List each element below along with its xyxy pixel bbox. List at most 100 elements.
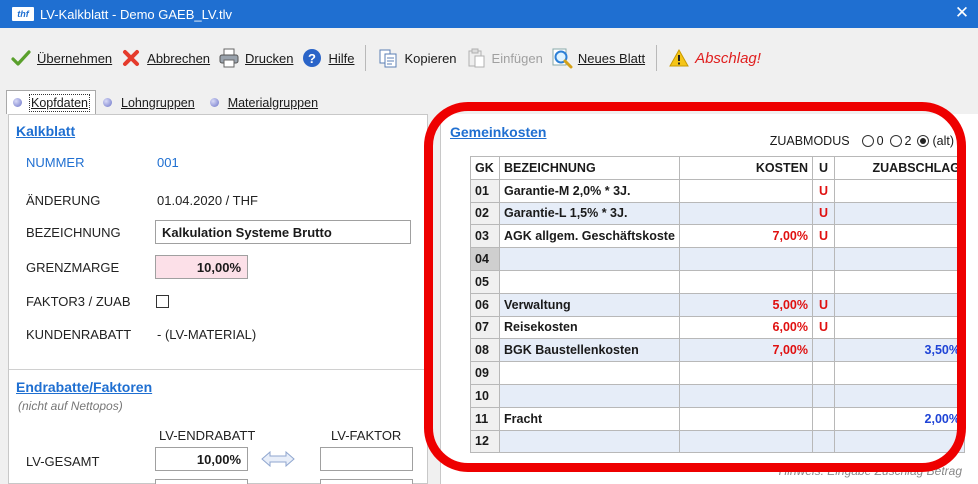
kopieren-button[interactable]: Kopieren <box>373 46 460 70</box>
table-row[interactable]: 07 Reisekosten 6,00% U <box>470 315 965 340</box>
zuabschlag-cell[interactable] <box>834 247 965 271</box>
einfuegen-button[interactable]: Einfügen <box>461 46 547 70</box>
zuabschlag-cell[interactable] <box>834 429 965 454</box>
bezeichnung-cell[interactable] <box>499 247 680 271</box>
kosten-cell[interactable] <box>679 361 813 385</box>
u-cell[interactable] <box>812 429 835 454</box>
gk-cell: 06 <box>470 292 500 317</box>
zuabmodus-option-alt[interactable]: (alt) <box>917 134 954 148</box>
table-row[interactable]: 12 <box>470 429 965 454</box>
kosten-cell[interactable]: 6,00% <box>679 315 813 340</box>
uebernehmen-button[interactable]: Übernehmen <box>6 46 116 70</box>
radio-selected-icon <box>917 135 930 147</box>
u-cell[interactable]: U <box>812 178 835 203</box>
bezeichnung-cell[interactable]: Garantie-M 2,0% * 3J. <box>499 178 680 203</box>
lv-faktor-input[interactable] <box>320 447 413 471</box>
tab-materialgruppen[interactable]: Materialgruppen <box>203 91 326 113</box>
bezeichnung-input[interactable]: Kalkulation Systeme Brutto <box>155 220 411 244</box>
kosten-cell[interactable] <box>679 269 813 294</box>
kosten-cell[interactable] <box>679 429 813 454</box>
bezeichnung-cell[interactable]: BGK Baustellenkosten <box>499 338 680 363</box>
tab-lohngruppen[interactable]: Lohngruppen <box>96 91 203 113</box>
table-row[interactable]: 09 <box>470 361 965 385</box>
grenzmarge-input[interactable]: 10,00% <box>155 255 248 279</box>
kosten-cell[interactable] <box>679 178 813 203</box>
zuabschlag-cell[interactable] <box>834 201 965 226</box>
hilfe-button[interactable]: ? Hilfe <box>297 46 358 70</box>
table-row[interactable]: 06 Verwaltung 5,00% U <box>470 292 965 317</box>
hilfe-label: Hilfe <box>328 50 355 66</box>
zuabschlag-cell[interactable] <box>834 224 965 249</box>
bezeichnung-cell[interactable] <box>499 429 680 454</box>
table-row[interactable]: 11 Fracht 2,00% <box>470 406 965 431</box>
u-cell[interactable]: U <box>812 201 835 226</box>
table-row[interactable]: 01 Garantie-M 2,0% * 3J. U <box>470 178 965 203</box>
table-row[interactable]: 08 BGK Baustellenkosten 7,00% 3,50% <box>470 338 965 363</box>
kosten-cell[interactable] <box>679 247 813 271</box>
bezeichnung-cell[interactable]: Verwaltung <box>499 292 680 317</box>
kosten-cell[interactable] <box>679 201 813 226</box>
bezeichnung-cell[interactable] <box>499 383 680 408</box>
table-header-row: GK BEZEICHNUNG KOSTEN U ZUABSCHLAG <box>470 156 965 180</box>
svg-text:?: ? <box>308 51 316 66</box>
tab-label: Lohngruppen <box>121 95 195 110</box>
zuabschlag-cell[interactable] <box>834 292 965 317</box>
u-cell[interactable] <box>812 338 835 363</box>
u-cell[interactable] <box>812 361 835 385</box>
u-cell[interactable] <box>812 269 835 294</box>
endrabatte-section-title: Endrabatte/Faktoren <box>16 379 153 395</box>
zuabschlag-cell[interactable] <box>834 178 965 203</box>
zuabschlag-cell[interactable] <box>834 383 965 408</box>
bezeichnung-cell[interactable]: Fracht <box>499 406 680 431</box>
lv-endrabatt-input[interactable]: 10,00% <box>155 447 248 471</box>
lv-gesamt-label: LV-GESAMT <box>26 454 100 469</box>
zuabschlag-cell[interactable]: 3,50% <box>834 338 965 363</box>
tab-bullet-icon <box>103 98 112 107</box>
zuabmodus-option-2[interactable]: 2 <box>889 134 911 148</box>
table-row[interactable]: 05 <box>470 269 965 294</box>
gemeinkosten-panel: Gemeinkosten ZUABMODUS 0 2 (alt) GK BEZE… <box>440 114 978 484</box>
kosten-cell[interactable]: 7,00% <box>679 224 813 249</box>
bezeichnung-cell[interactable] <box>499 269 680 294</box>
table-row[interactable]: 03 AGK allgem. Geschäftskoste 7,00% U <box>470 224 965 249</box>
u-cell[interactable] <box>812 383 835 408</box>
neues-blatt-button[interactable]: Neues Blatt <box>547 46 649 70</box>
kosten-cell[interactable]: 5,00% <box>679 292 813 317</box>
kosten-cell[interactable] <box>679 383 813 408</box>
lv-endrabatt-input-2[interactable] <box>155 479 248 484</box>
u-cell[interactable]: U <box>812 292 835 317</box>
bezeichnung-cell[interactable]: AGK allgem. Geschäftskoste <box>499 224 680 249</box>
warning-icon <box>668 47 690 69</box>
faktor-zuab-checkbox[interactable] <box>156 295 169 308</box>
lv-faktor-input-2[interactable] <box>320 479 413 484</box>
bezeichnung-cell[interactable] <box>499 361 680 385</box>
zuabschlag-cell[interactable] <box>834 269 965 294</box>
u-cell[interactable] <box>812 406 835 431</box>
kopfdaten-panel: Kalkblatt NUMMER 001 ÄNDERUNG 01.04.2020… <box>8 114 428 484</box>
bezeichnung-cell[interactable]: Garantie-L 1,5% * 3J. <box>499 201 680 226</box>
tab-bullet-icon <box>209 98 219 107</box>
u-cell[interactable]: U <box>812 315 835 340</box>
abbrechen-button[interactable]: Abbrechen <box>116 46 214 70</box>
drucken-button[interactable]: Drucken <box>214 46 297 70</box>
uebernehmen-label: Übernehmen <box>37 50 113 66</box>
u-cell[interactable] <box>812 247 835 271</box>
tab-kopfdaten[interactable]: Kopfdaten <box>6 90 96 114</box>
new-sheet-search-icon <box>551 47 573 69</box>
radio-label: 0 <box>876 134 884 148</box>
zuabschlag-cell[interactable]: 2,00% <box>834 406 965 431</box>
table-row[interactable]: 04 <box>470 247 965 271</box>
zuabmodus-option-0[interactable]: 0 <box>861 134 884 148</box>
kosten-cell[interactable] <box>679 406 813 431</box>
abschlag-button[interactable]: Abschlag! <box>664 46 765 70</box>
close-icon[interactable]: ✕ <box>952 3 972 23</box>
zuabschlag-cell[interactable] <box>834 361 965 385</box>
zuabmodus-label: ZUABMODUS <box>769 134 850 148</box>
kosten-cell[interactable]: 7,00% <box>679 338 813 363</box>
abschlag-label: Abschlag! <box>695 49 761 67</box>
table-row[interactable]: 02 Garantie-L 1,5% * 3J. U <box>470 201 965 226</box>
table-row[interactable]: 10 <box>470 383 965 408</box>
bezeichnung-cell[interactable]: Reisekosten <box>499 315 680 340</box>
u-cell[interactable]: U <box>812 224 835 249</box>
zuabschlag-cell[interactable] <box>834 315 965 340</box>
